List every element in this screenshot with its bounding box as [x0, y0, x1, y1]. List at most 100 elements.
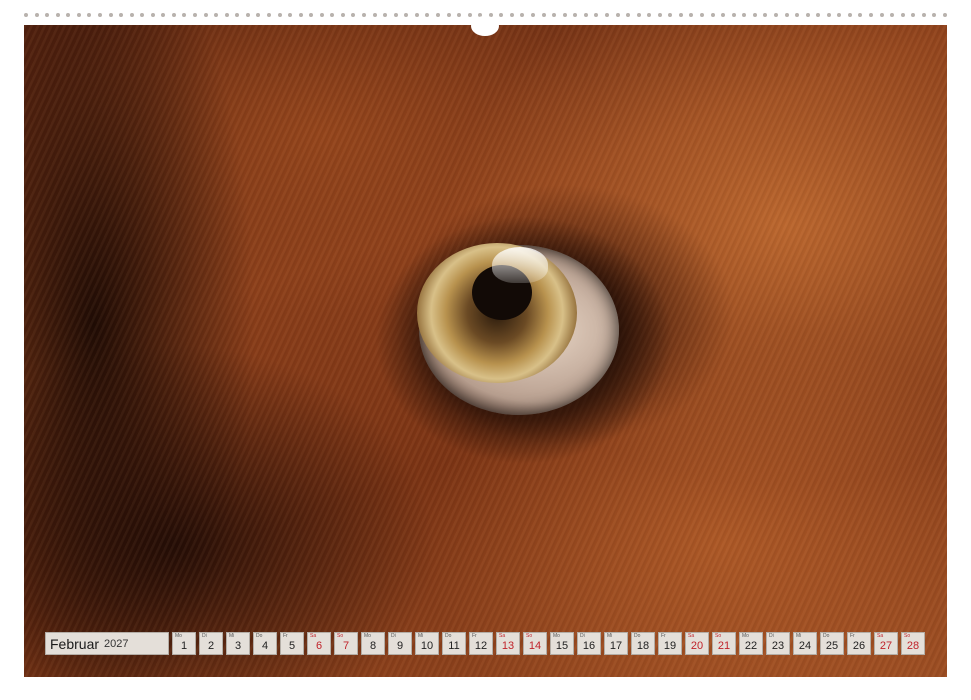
binding-hole	[129, 13, 134, 17]
binding-hole	[700, 13, 704, 17]
binding-hole	[805, 13, 810, 17]
weekday-label: Do	[256, 633, 263, 639]
binding-hole	[837, 13, 842, 17]
binding-hole	[921, 13, 926, 17]
day-cell: So 7	[334, 632, 358, 655]
weekday-label: Sa	[499, 633, 506, 639]
day-cell: Mo 15	[550, 632, 574, 655]
weekday-label: Do	[823, 633, 830, 639]
binding-hole	[531, 13, 535, 17]
day-cell: Mo 22	[739, 632, 763, 655]
binding-hole	[193, 13, 197, 17]
day-cell: Mo 8	[361, 632, 385, 655]
binding-hole	[224, 13, 229, 17]
day-cell: Mo 1	[172, 632, 196, 655]
day-number: 19	[663, 640, 677, 652]
day-number: 5	[288, 640, 296, 652]
binding-hole	[340, 13, 345, 17]
binding-hole	[583, 13, 588, 17]
binding-hole	[383, 13, 388, 17]
weekday-label: Do	[634, 633, 641, 639]
binding-hole	[858, 13, 863, 17]
binding-hole	[372, 13, 377, 17]
binding-hole	[520, 13, 525, 17]
binding-hole	[362, 13, 366, 17]
day-cell: Di 16	[577, 632, 601, 655]
day-number: 9	[396, 640, 404, 652]
binding-hole	[890, 13, 895, 17]
eye-reflection	[492, 247, 548, 283]
binding-hole	[721, 13, 726, 17]
binding-hole	[319, 13, 324, 17]
weekday-label: So	[337, 633, 344, 639]
binding-hole	[562, 13, 567, 17]
day-cell: Di 23	[766, 632, 790, 655]
day-cell: Sa 13	[496, 632, 520, 655]
day-number: 18	[636, 640, 650, 652]
day-number: 25	[825, 640, 839, 652]
month-name: Februar	[50, 635, 100, 652]
day-cell: Mi 24	[793, 632, 817, 655]
binding-hole	[573, 13, 578, 17]
binding-hole	[309, 13, 314, 17]
binding-hole	[277, 13, 282, 17]
binding-hole	[435, 13, 440, 17]
binding-hole	[467, 13, 472, 17]
weekday-label: Fr	[661, 633, 666, 639]
weekday-label: So	[526, 633, 533, 639]
day-cell: So 28	[901, 632, 925, 655]
binding-hole	[879, 13, 884, 17]
weekday-label: Sa	[877, 633, 884, 639]
binding-hole	[446, 13, 451, 17]
weekday-label: Di	[202, 633, 207, 639]
dog-eye-photo	[24, 25, 947, 677]
weekday-label: Di	[580, 633, 585, 639]
month-year: 2027	[104, 637, 129, 650]
binding-hole	[668, 13, 673, 17]
binding-hole	[266, 13, 271, 17]
day-cell: So 21	[712, 632, 736, 655]
binding-hole	[414, 13, 419, 17]
binding-hole	[457, 13, 462, 17]
binding-hole	[182, 13, 187, 17]
binding-hole	[330, 13, 335, 17]
binding-hole	[298, 13, 303, 17]
binding-hole	[351, 13, 356, 17]
day-number: 27	[879, 640, 893, 652]
day-number: 16	[582, 640, 596, 652]
weekday-label: Mi	[796, 633, 802, 639]
day-number: 3	[234, 640, 242, 652]
binding-hole	[256, 13, 261, 17]
binding-hole	[795, 13, 800, 17]
day-cell: Di 2	[199, 632, 223, 655]
day-number: 4	[261, 640, 269, 652]
binding-hole	[731, 13, 736, 17]
weekday-label: Mo	[553, 633, 560, 639]
binding-hole	[615, 13, 620, 17]
day-cell: Fr 19	[658, 632, 682, 655]
binding-hole	[742, 13, 747, 17]
binding-hole	[55, 13, 60, 17]
binding-hole	[626, 13, 631, 17]
day-cell: Sa 20	[685, 632, 709, 655]
binding-hole	[425, 13, 430, 17]
weekday-label: Mo	[742, 633, 749, 639]
day-cell: Do 25	[820, 632, 844, 655]
day-number: 1	[180, 640, 188, 652]
weekday-label: Do	[445, 633, 452, 639]
binding-hole	[826, 13, 831, 17]
weekday-label: Mi	[607, 633, 613, 639]
day-number: 7	[342, 640, 350, 652]
weekday-label: So	[904, 633, 911, 639]
day-cell: Fr 5	[280, 632, 304, 655]
binding-hole	[393, 13, 398, 17]
binding-hole	[932, 13, 937, 17]
weekday-label: So	[715, 633, 722, 639]
hanger-notch	[471, 16, 499, 36]
day-number: 13	[501, 640, 515, 652]
binding-hole	[499, 13, 504, 17]
day-number: 26	[852, 640, 866, 652]
binding-hole	[763, 13, 768, 17]
binding-hole	[140, 13, 145, 17]
day-number: 24	[798, 640, 812, 652]
